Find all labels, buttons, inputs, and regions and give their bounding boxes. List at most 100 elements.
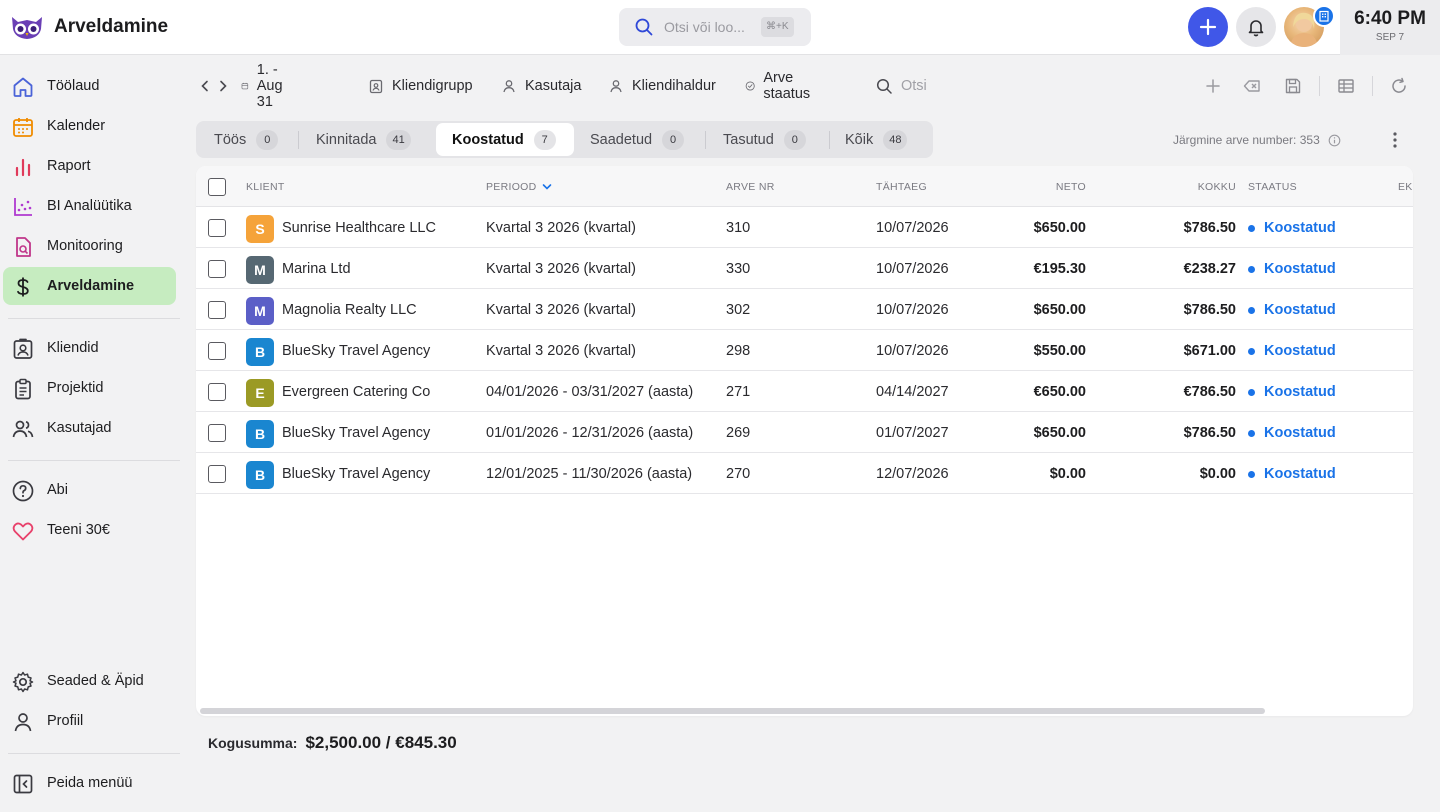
tab-toos[interactable]: Töös 0 [198, 123, 295, 156]
sidebar-item-raport[interactable]: Raport [3, 147, 176, 185]
client-group-label: Kliendigrupp [392, 78, 473, 94]
date-range-label: 1. - Aug 31 [256, 62, 283, 110]
row-checkbox[interactable] [208, 301, 226, 319]
hide-menu-button[interactable]: Peida menüü [3, 764, 176, 802]
sidebar-item-teeni[interactable]: Teeni 30€ [3, 511, 176, 549]
client-name[interactable]: Marina Ltd [282, 261, 351, 277]
calendar-icon [241, 82, 249, 90]
client-avatar: B [246, 420, 274, 448]
user-filter[interactable]: Kasutaja [501, 72, 581, 100]
global-search[interactable]: Otsi või loo... ⌘+K [619, 8, 811, 46]
table-row[interactable]: B BlueSky Travel Agency 12/01/2025 - 11/… [196, 453, 1413, 494]
date-range-filter[interactable]: 1. - Aug 31 [241, 62, 291, 110]
invoice-number-cell: 302 [726, 302, 751, 318]
client-group-filter[interactable]: Kliendigrupp [368, 72, 473, 100]
tab-saadetud[interactable]: Saadetud 0 [574, 123, 702, 156]
period-cell: Kvartal 3 2026 (kvartal) [486, 261, 636, 277]
create-button[interactable] [1188, 7, 1228, 47]
column-header-invoice-no[interactable]: ARVE NR [726, 181, 775, 193]
clear-filters-icon[interactable] [1242, 76, 1262, 96]
sidebar-item-profiil[interactable]: Profiil [3, 702, 176, 740]
sidebar-item-label: Arveldamine [47, 278, 135, 294]
total-amount-cell: €238.27 [1183, 261, 1236, 277]
sidebar-divider [8, 318, 180, 319]
tab-divider [705, 131, 706, 149]
tab-label: Saadetud [590, 131, 653, 148]
invoice-status-filter[interactable]: Arve staatus [745, 70, 816, 102]
tab-count-badge: 0 [783, 129, 806, 150]
sidebar-item-monitooring[interactable]: Monitooring [3, 227, 176, 265]
table-row[interactable]: B BlueSky Travel Agency Kvartal 3 2026 (… [196, 330, 1413, 371]
sidebar-item-label: BI Analüütika [47, 198, 132, 214]
table-row[interactable]: B BlueSky Travel Agency 01/01/2026 - 12/… [196, 412, 1413, 453]
row-checkbox[interactable] [208, 260, 226, 278]
app-title: Arveldamine [54, 16, 169, 37]
info-icon[interactable] [1328, 134, 1341, 147]
next-period-button[interactable] [216, 72, 238, 100]
grand-total-label: Kogusumma: [208, 735, 298, 751]
net-amount-cell: $0.00 [1049, 466, 1086, 482]
search-icon [876, 78, 892, 94]
client-manager-filter[interactable]: Kliendihaldur [608, 72, 716, 100]
row-checkbox[interactable] [208, 219, 226, 237]
notifications-button[interactable] [1236, 7, 1276, 47]
period-cell: Kvartal 3 2026 (kvartal) [486, 302, 636, 318]
sidebar-item-kalender[interactable]: Kalender [3, 107, 176, 145]
table-row[interactable]: M Magnolia Realty LLC Kvartal 3 2026 (kv… [196, 289, 1413, 330]
column-header-status[interactable]: STAATUS [1248, 181, 1297, 193]
save-icon[interactable] [1283, 76, 1303, 96]
tab-koik[interactable]: Kõik 48 [831, 123, 931, 156]
sidebar-item-kliendid[interactable]: Kliendid [3, 329, 176, 367]
table-row[interactable]: M Marina Ltd Kvartal 3 2026 (kvartal) 33… [196, 248, 1413, 289]
column-header-total[interactable]: KOKKU [1146, 181, 1236, 193]
clipboard-icon [15, 378, 31, 400]
column-header-extra[interactable]: EK [1398, 181, 1413, 193]
client-name[interactable]: Magnolia Realty LLC [282, 302, 417, 318]
client-name[interactable]: BlueSky Travel Agency [282, 425, 430, 441]
more-options-icon[interactable] [1386, 130, 1404, 150]
sidebar-item-abi[interactable]: Abi [3, 471, 176, 509]
tab-kinnitada[interactable]: Kinnitada 41 [300, 123, 432, 156]
company-badge[interactable] [1313, 5, 1335, 27]
client-name[interactable]: BlueSky Travel Agency [282, 466, 430, 482]
sidebar-item-projektid[interactable]: Projektid [3, 369, 176, 407]
table-search-input[interactable]: Otsi [876, 72, 927, 100]
tab-koostatud[interactable]: Koostatud 7 [436, 123, 574, 156]
sidebar-item-arveldamine[interactable]: Arveldamine [3, 267, 176, 305]
sidebar-item-kasutajad[interactable]: Kasutajad [3, 409, 176, 447]
due-date-cell: 10/07/2026 [876, 302, 949, 318]
net-amount-cell: $650.00 [1033, 302, 1086, 318]
client-avatar: M [246, 297, 274, 325]
sidebar-item-seaded[interactable]: Seaded & Äpid [3, 662, 176, 700]
sidebar-item-toolaud[interactable]: Töölaud [3, 67, 176, 105]
status-label: Koostatud [1264, 384, 1336, 400]
column-header-due-date[interactable]: TÄHTAEG [876, 181, 927, 193]
tab-label: Koostatud [452, 131, 524, 148]
client-name[interactable]: BlueSky Travel Agency [282, 343, 430, 359]
table-row[interactable]: E Evergreen Catering Co 04/01/2026 - 03/… [196, 371, 1413, 412]
table-row[interactable]: S Sunrise Healthcare LLC Kvartal 3 2026 … [196, 207, 1413, 248]
column-header-period[interactable]: PERIOOD [486, 181, 552, 193]
column-header-client[interactable]: KLIENT [246, 181, 285, 193]
select-all-checkbox[interactable] [208, 178, 226, 196]
client-name[interactable]: Sunrise Healthcare LLC [282, 220, 436, 236]
row-checkbox[interactable] [208, 383, 226, 401]
row-checkbox[interactable] [208, 465, 226, 483]
search-icon [635, 18, 653, 36]
row-checkbox[interactable] [208, 424, 226, 442]
refresh-icon[interactable] [1389, 76, 1409, 96]
owl-logo-icon[interactable] [9, 13, 45, 41]
column-header-net[interactable]: NETO [996, 181, 1086, 193]
plus-icon[interactable] [1204, 76, 1222, 96]
client-name[interactable]: Evergreen Catering Co [282, 384, 430, 400]
row-checkbox[interactable] [208, 342, 226, 360]
tab-tasutud[interactable]: Tasutud 0 [707, 123, 827, 156]
scatter-chart-icon [14, 198, 32, 216]
sidebar-divider [8, 460, 180, 461]
due-date-cell: 10/07/2026 [876, 343, 949, 359]
table-view-icon[interactable] [1336, 76, 1356, 96]
horizontal-scrollbar[interactable] [200, 708, 1265, 714]
status-label: Koostatud [1264, 220, 1336, 236]
invoice-number-cell: 298 [726, 343, 751, 359]
sidebar-item-bi-analuutika[interactable]: BI Analüütika [3, 187, 176, 225]
